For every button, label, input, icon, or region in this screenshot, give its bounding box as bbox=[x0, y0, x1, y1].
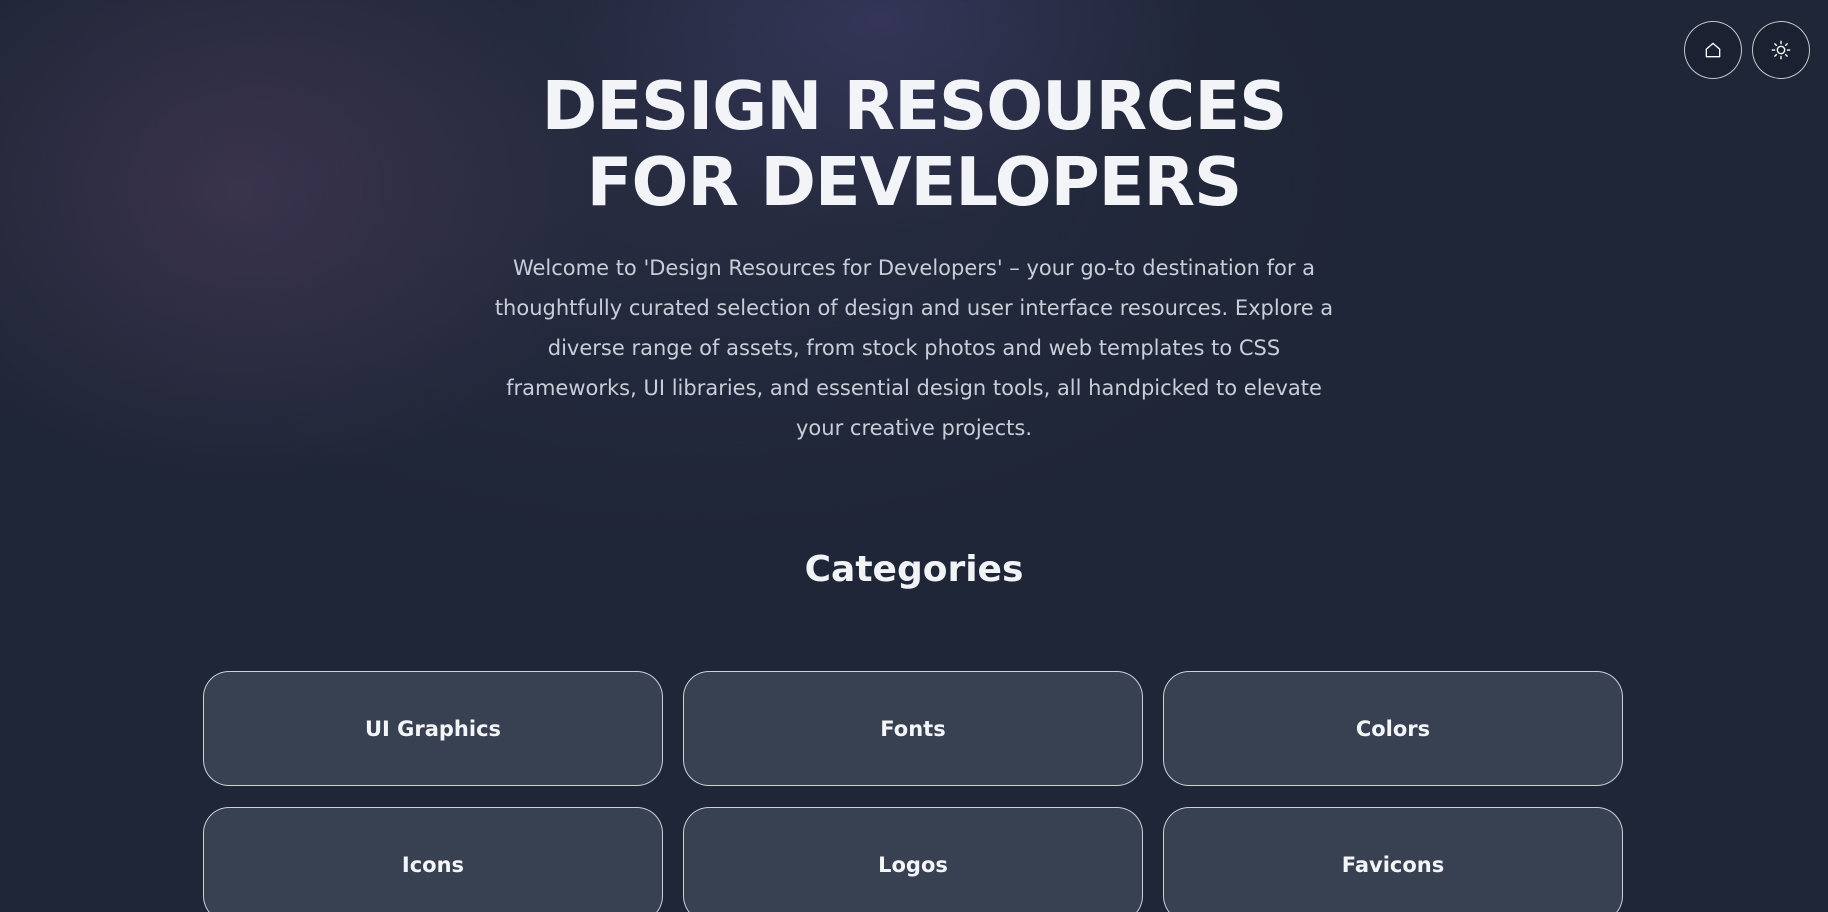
hero-description: Welcome to 'Design Resources for Develop… bbox=[494, 256, 1334, 440]
category-card-ui-graphics[interactable]: UI Graphics bbox=[203, 671, 663, 786]
sun-icon bbox=[1771, 40, 1791, 60]
page-title-line-2: FOR DEVELOPERS bbox=[586, 143, 1243, 221]
page-title-line-1: DESIGN RESOURCES bbox=[541, 67, 1288, 145]
categories-grid: UI Graphics Fonts Colors Icons Logos Fav… bbox=[203, 671, 1624, 912]
category-card-colors[interactable]: Colors bbox=[1163, 671, 1623, 786]
hero-section: DESIGN RESOURCES FOR DEVELOPERS Welcome … bbox=[0, 68, 1828, 448]
categories-heading: Categories bbox=[804, 549, 1024, 590]
category-card-fonts[interactable]: Fonts bbox=[683, 671, 1143, 786]
category-card-favicons[interactable]: Favicons bbox=[1163, 807, 1623, 912]
page-title: DESIGN RESOURCES FOR DEVELOPERS bbox=[0, 68, 1828, 220]
category-card-logos[interactable]: Logos bbox=[683, 807, 1143, 912]
home-icon bbox=[1705, 42, 1721, 58]
category-card-icons[interactable]: Icons bbox=[203, 807, 663, 912]
